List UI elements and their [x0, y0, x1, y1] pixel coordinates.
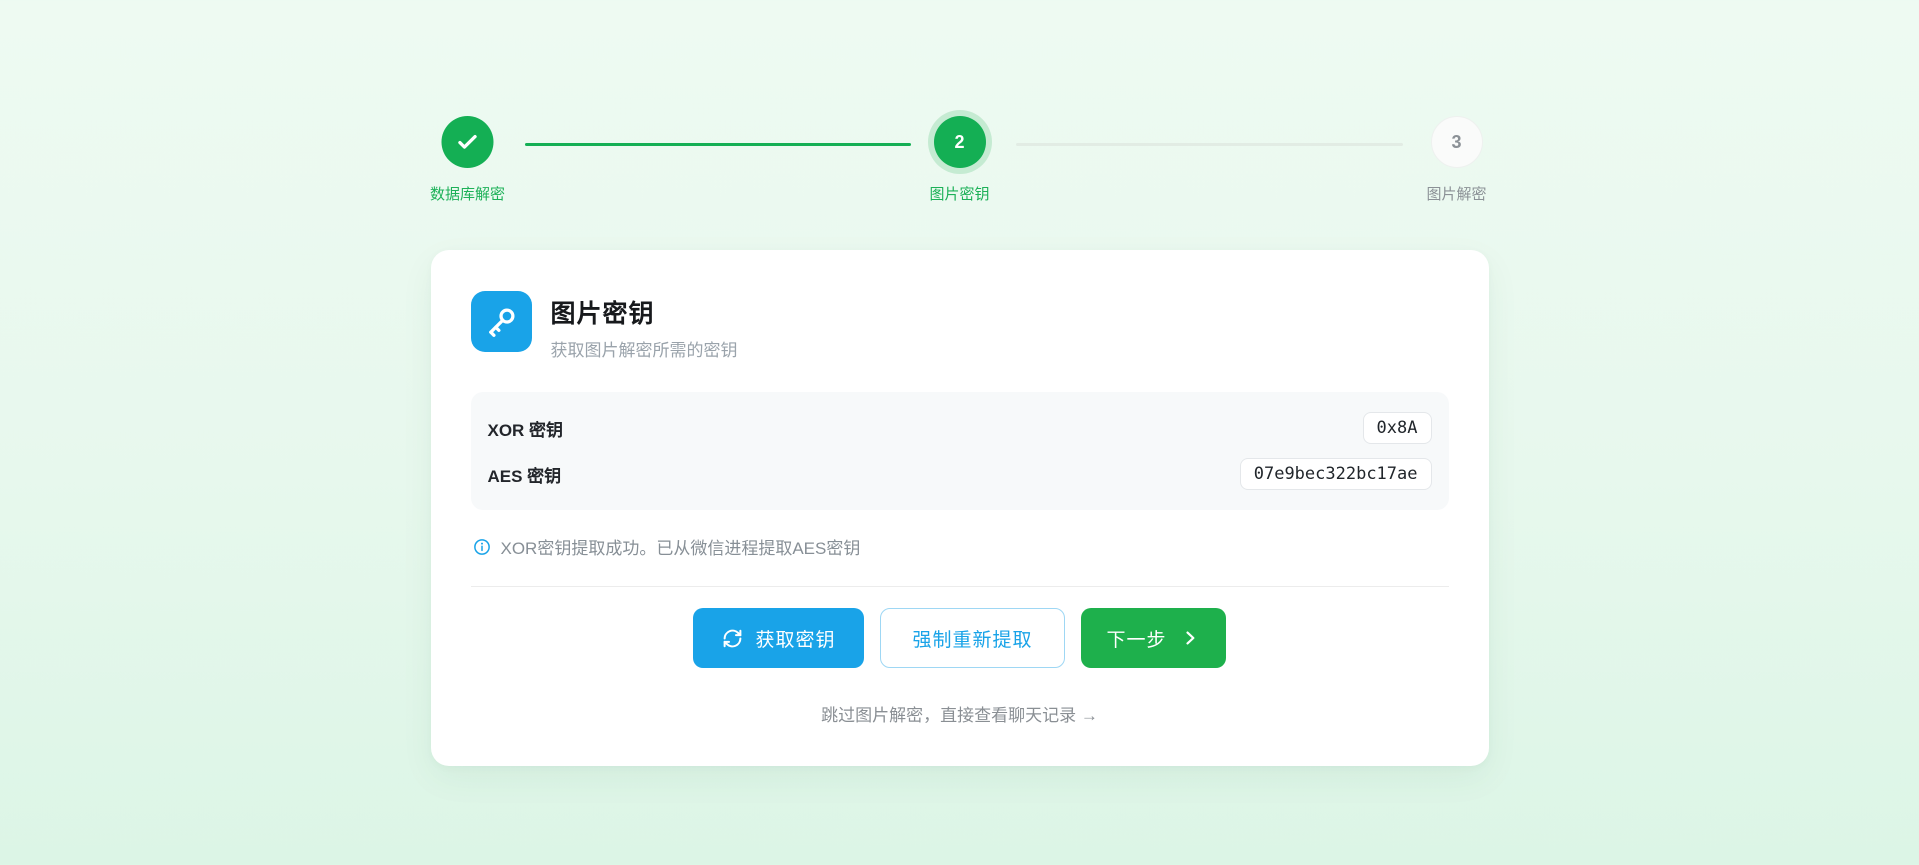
- aes-key-row: AES 密钥 07e9bec322bc17ae: [488, 451, 1432, 497]
- fetch-key-button[interactable]: 获取密钥: [693, 608, 864, 668]
- step-done-circle: [441, 116, 493, 168]
- step-circle-wrap: 3: [1425, 110, 1489, 174]
- force-reextract-button[interactable]: 强制重新提取: [880, 608, 1064, 668]
- chevron-right-icon: [1180, 628, 1200, 648]
- step-label: 图片解密: [1426, 183, 1486, 204]
- key-panel: XOR 密钥 0x8A AES 密钥 07e9bec322bc17ae: [471, 392, 1449, 510]
- card-header-text: 图片密钥 获取图片解密所需的密钥: [551, 291, 738, 361]
- stepper-step-database-decrypt[interactable]: 数据库解密: [430, 110, 505, 204]
- sync-icon: [722, 628, 743, 649]
- xor-key-value: 0x8A: [1363, 412, 1432, 444]
- xor-key-row: XOR 密钥 0x8A: [488, 405, 1432, 451]
- stepper-step-image-key[interactable]: 2 图片密钥: [928, 110, 992, 204]
- xor-key-label: XOR 密钥: [488, 416, 564, 441]
- card-header: 图片密钥 获取图片解密所需的密钥: [471, 291, 1449, 361]
- step-label: 数据库解密: [430, 183, 505, 204]
- step-pending-circle: 3: [1431, 116, 1483, 168]
- next-step-button[interactable]: 下一步: [1081, 608, 1226, 668]
- stepper-step-image-decrypt[interactable]: 3 图片解密: [1425, 110, 1489, 204]
- fetch-key-label: 获取密钥: [755, 625, 835, 652]
- step-label: 图片密钥: [929, 183, 989, 204]
- status-row: XOR密钥提取成功。已从微信进程提取AES密钥: [471, 534, 1449, 559]
- skip-image-decrypt-link[interactable]: 跳过图片解密，直接查看聊天记录 →: [821, 706, 1098, 725]
- status-text: XOR密钥提取成功。已从微信进程提取AES密钥: [501, 534, 861, 559]
- key-icon: [471, 291, 532, 352]
- wizard-stepper: 数据库解密 2 图片密钥 3 图片解密: [431, 110, 1489, 206]
- info-icon: [473, 538, 491, 556]
- skip-row: 跳过图片解密，直接查看聊天记录 →: [471, 701, 1449, 726]
- next-step-label: 下一步: [1107, 625, 1167, 652]
- actions-row: 获取密钥 强制重新提取 下一步: [471, 608, 1449, 668]
- image-key-card: 图片密钥 获取图片解密所需的密钥 XOR 密钥 0x8A AES 密钥 07e9…: [431, 250, 1489, 766]
- force-reextract-label: 强制重新提取: [912, 625, 1032, 652]
- card-subtitle: 获取图片解密所需的密钥: [551, 336, 738, 361]
- aes-key-label: AES 密钥: [488, 462, 562, 487]
- stepper-connector-pending: [1016, 143, 1403, 146]
- card-title: 图片密钥: [551, 294, 738, 330]
- divider: [471, 586, 1449, 587]
- step-circle-wrap: [435, 110, 499, 174]
- step-active-circle: 2: [934, 116, 986, 168]
- aes-key-value: 07e9bec322bc17ae: [1240, 458, 1432, 490]
- stepper-connector-done: [525, 143, 911, 146]
- check-icon: [454, 129, 480, 155]
- step-active-halo: 2: [928, 110, 992, 174]
